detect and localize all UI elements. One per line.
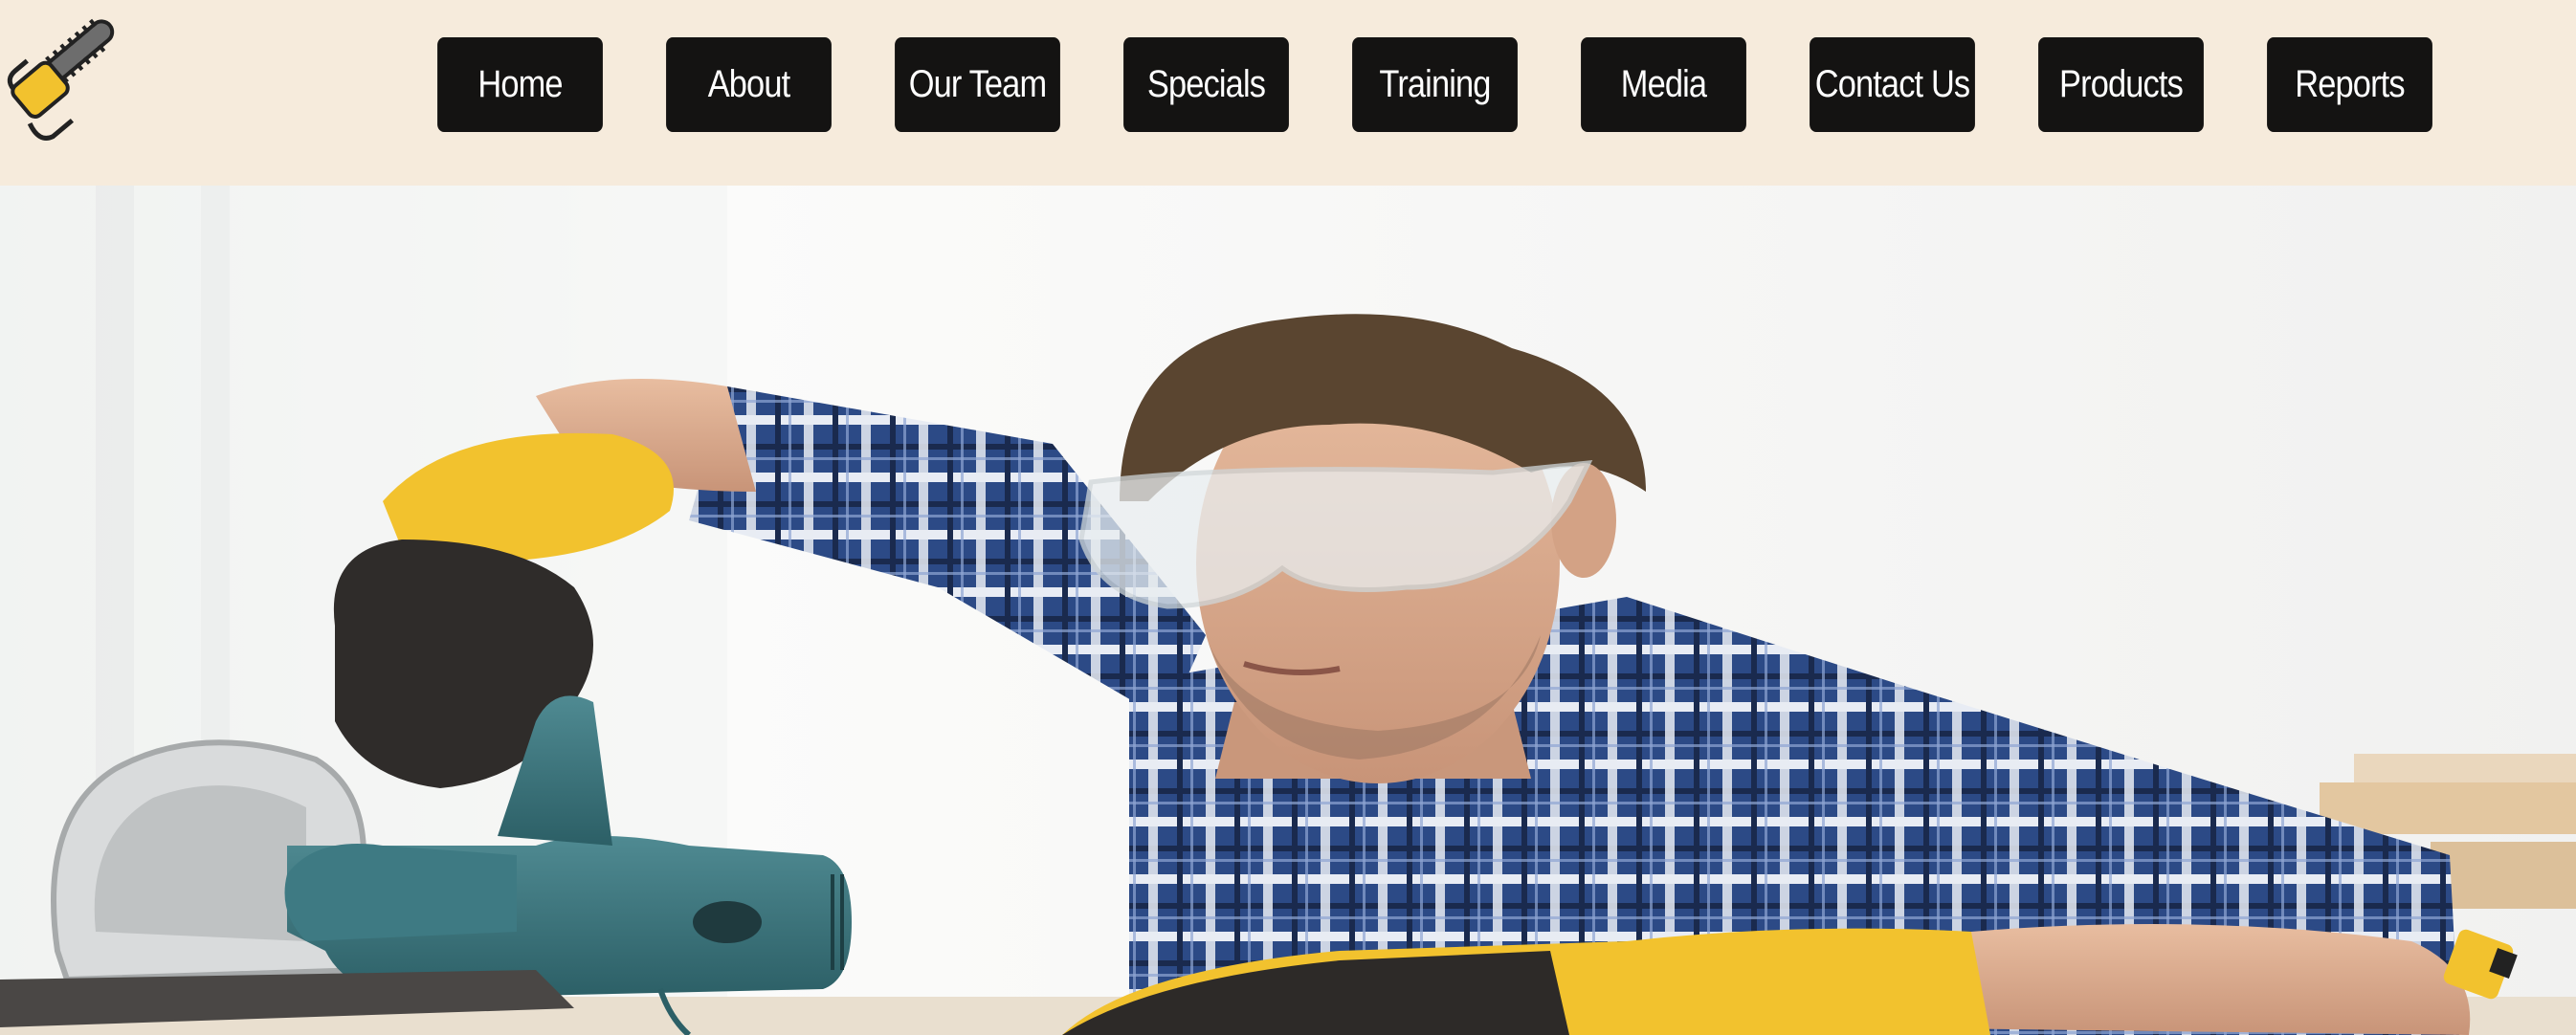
nav-contact-us-label: Contact Us: [1814, 63, 1970, 105]
nav-reports-button[interactable]: Reports: [2267, 37, 2432, 132]
nav-media-button[interactable]: Media: [1581, 37, 1746, 132]
nav-about-button[interactable]: About: [666, 37, 832, 132]
nav-about-label: About: [707, 63, 790, 105]
main-nav: Home About Our Team Specials Training Me…: [424, 37, 2446, 132]
nav-training-button[interactable]: Training: [1352, 37, 1518, 132]
worker-with-circular-saw-illustration: [0, 186, 2576, 1035]
nav-products-label: Products: [2059, 63, 2184, 105]
nav-our-team-button[interactable]: Our Team: [895, 37, 1060, 132]
nav-training-label: Training: [1379, 63, 1491, 105]
nav-specials-button[interactable]: Specials: [1123, 37, 1289, 132]
chainsaw-logo-icon[interactable]: [4, 10, 147, 153]
nav-our-team-label: Our Team: [908, 63, 1047, 105]
nav-home-button[interactable]: Home: [437, 37, 603, 132]
nav-contact-us-button[interactable]: Contact Us: [1810, 37, 1975, 132]
nav-media-label: Media: [1620, 63, 1707, 105]
page: Home About Our Team Specials Training Me…: [0, 0, 2576, 1035]
site-header: Home About Our Team Specials Training Me…: [0, 0, 2576, 186]
hero-image: [0, 186, 2576, 1035]
nav-home-label: Home: [477, 63, 563, 105]
nav-products-button[interactable]: Products: [2038, 37, 2204, 132]
nav-reports-label: Reports: [2295, 63, 2405, 105]
nav-specials-label: Specials: [1146, 63, 1266, 105]
